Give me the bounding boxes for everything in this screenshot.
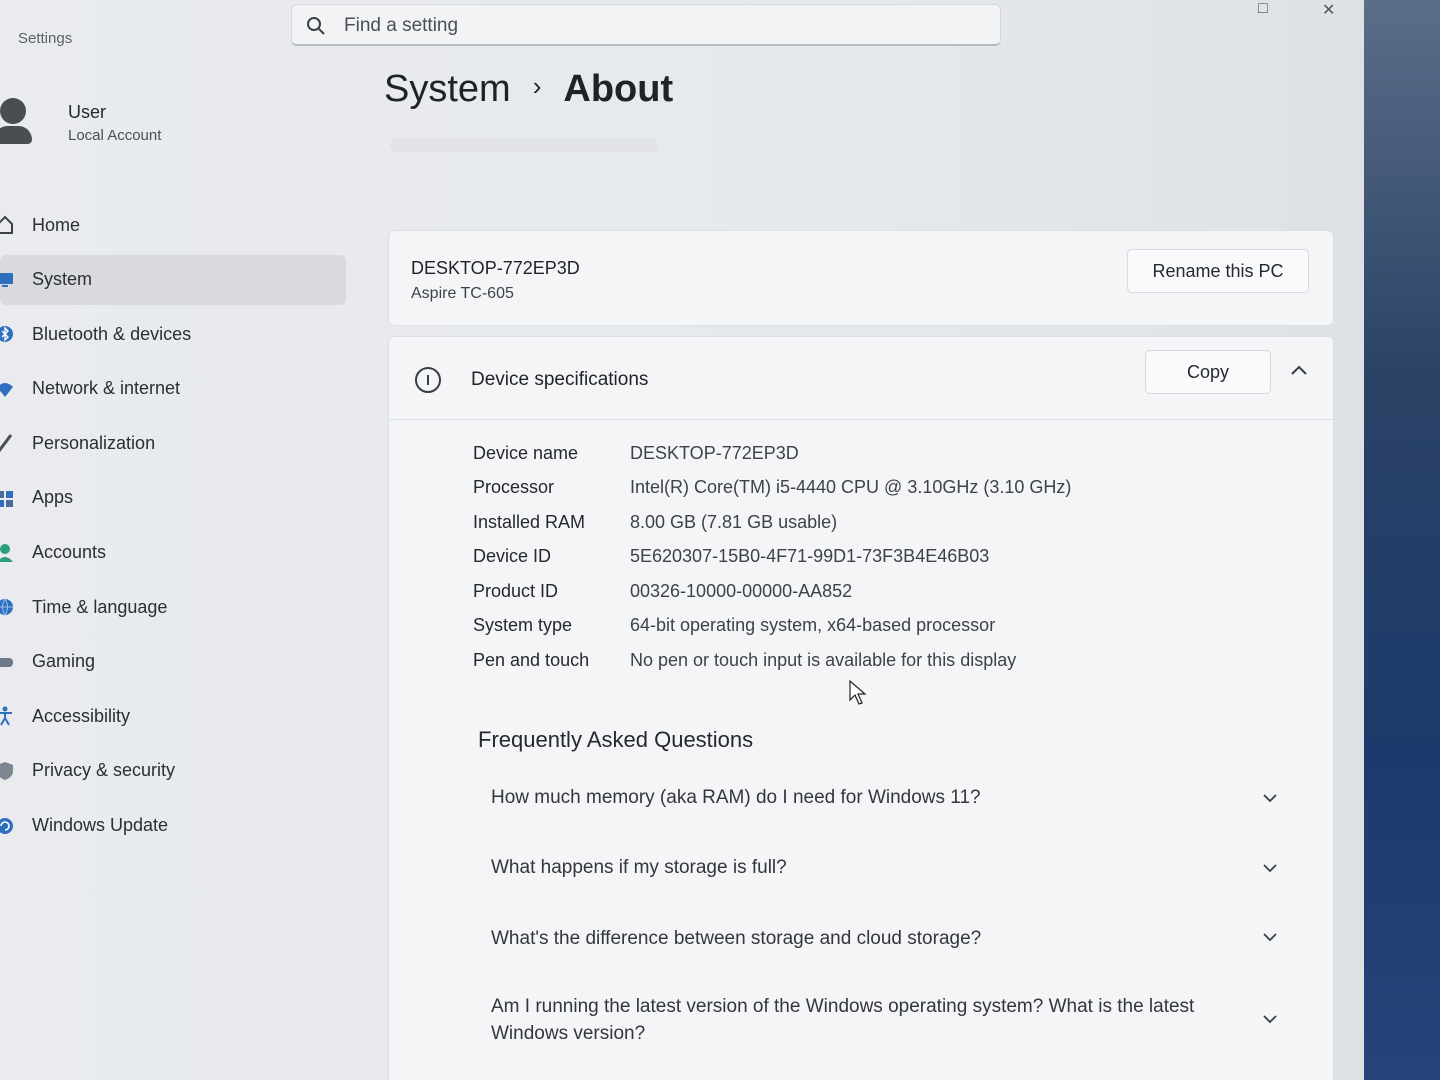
sidebar-item-time-language[interactable]: Time & language: [0, 582, 346, 632]
specs-title: Device specifications: [471, 369, 649, 390]
search-input[interactable]: Find a setting: [344, 15, 458, 37]
maximize-icon[interactable]: □: [1258, 0, 1268, 18]
globe-icon: [0, 598, 13, 617]
breadcrumb-separator-icon: ›: [532, 71, 542, 101]
bluetooth-icon: [0, 326, 13, 343]
faq-heading: Frequently Asked Questions: [478, 727, 754, 752]
sidebar-item-home[interactable]: Home: [0, 200, 346, 250]
sidebar-item-windows-update[interactable]: Windows Update: [0, 801, 346, 851]
faq-question[interactable]: What happens if my storage is full?: [491, 854, 1291, 881]
sidebar-item-label: Privacy & security: [32, 760, 176, 781]
spec-key: Pen and touch: [473, 650, 590, 670]
spec-value: 64-bit operating system, x64-based proce…: [630, 615, 996, 635]
copy-button[interactable]: Copy: [1145, 350, 1271, 394]
sidebar-item-system[interactable]: System: [0, 254, 346, 305]
loading-placeholder: [390, 138, 658, 152]
search-icon: [307, 17, 325, 35]
pc-name: DESKTOP-772EP3D: [411, 258, 580, 278]
sidebar-item-network[interactable]: Network & internet: [0, 364, 346, 414]
sidebar-item-label: Home: [32, 214, 81, 235]
breadcrumb-parent[interactable]: System: [384, 68, 511, 110]
shield-icon: [0, 761, 13, 780]
accessibility-icon: [0, 706, 12, 726]
page-title: About: [563, 68, 674, 110]
chevron-down-icon[interactable]: [1261, 789, 1279, 807]
pc-model: Aspire TC-605: [411, 285, 514, 302]
sidebar-item-accessibility[interactable]: Accessibility: [0, 691, 346, 741]
update-icon: [0, 817, 13, 834]
spec-key: Product ID: [473, 581, 559, 601]
faq-question[interactable]: Am I running the latest version of the W…: [491, 993, 1241, 1047]
sidebar-item-accounts[interactable]: Accounts: [0, 528, 346, 578]
system-icon: [0, 272, 13, 287]
home-icon: [0, 215, 13, 234]
sidebar-item-label: Accessibility: [32, 705, 131, 726]
sidebar-item-gaming[interactable]: Gaming: [0, 637, 346, 687]
sidebar-item-label: Time & language: [32, 596, 168, 617]
chevron-down-icon[interactable]: [1261, 859, 1279, 877]
chevron-up-icon[interactable]: [1289, 361, 1309, 381]
monitor-bezel: [1364, 0, 1440, 1080]
network-icon: [0, 382, 13, 397]
info-icon: [415, 367, 441, 393]
device-specifications-card: Device specifications Copy Device name D…: [388, 336, 1334, 1080]
brush-icon: [0, 434, 13, 453]
apps-icon: [0, 490, 13, 507]
spec-value: 8.00 GB (7.81 GB usable): [630, 512, 838, 532]
spec-key: Device name: [473, 443, 579, 463]
spec-value: DESKTOP-772EP3D: [630, 443, 799, 463]
divider: [389, 419, 1333, 420]
faq-question[interactable]: How much memory (aka RAM) do I need for …: [491, 784, 1291, 811]
sidebar-item-label: Accounts: [32, 542, 107, 563]
avatar[interactable]: [0, 96, 36, 150]
breadcrumb: System › About: [384, 68, 673, 111]
spec-key: Installed RAM: [473, 512, 586, 532]
sidebar-item-bluetooth[interactable]: Bluetooth & devices: [0, 309, 346, 359]
spec-value: No pen or touch input is available for t…: [630, 650, 1017, 670]
sidebar-item-privacy-security[interactable]: Privacy & security: [0, 746, 346, 796]
spec-key: Processor: [473, 477, 555, 497]
sidebar-item-label: Network & internet: [32, 378, 181, 399]
chevron-down-icon[interactable]: [1261, 1010, 1279, 1028]
search-box[interactable]: Find a setting: [291, 4, 1001, 46]
rename-pc-button[interactable]: Rename this PC: [1127, 249, 1309, 293]
faq-question[interactable]: What's the difference between storage an…: [491, 925, 1291, 952]
user-name: User: [68, 102, 107, 122]
app-title: Settings: [18, 30, 73, 47]
sidebar-item-apps[interactable]: Apps: [0, 473, 346, 523]
spec-key: Device ID: [473, 546, 552, 566]
sidebar-item-label: System: [32, 269, 93, 290]
sidebar-item-label: Bluetooth & devices: [32, 323, 192, 344]
avatar-head: [0, 98, 26, 124]
mouse-cursor-icon: [849, 680, 867, 705]
close-icon[interactable]: ✕: [1322, 0, 1335, 20]
sidebar-item-personalization[interactable]: Personalization: [0, 418, 346, 468]
sidebar-item-label: Gaming: [32, 651, 96, 672]
gamepad-icon: [0, 657, 13, 667]
chevron-down-icon[interactable]: [1261, 928, 1279, 946]
spec-value: Intel(R) Core(TM) i5-4440 CPU @ 3.10GHz …: [630, 477, 1072, 497]
sidebar-item-label: Windows Update: [32, 815, 169, 836]
account-type: Local Account: [68, 127, 162, 144]
sidebar-nav: Home System Bluetooth & devices Network …: [0, 200, 346, 855]
pc-name-card: DESKTOP-772EP3D Aspire TC-605 Rename thi…: [388, 230, 1334, 326]
spec-value: 00326-10000-00000-AA852: [630, 581, 853, 601]
sidebar-item-label: Personalization: [32, 432, 156, 453]
avatar-torso: [0, 126, 32, 144]
sidebar-item-label: Apps: [32, 487, 74, 508]
spec-value: 5E620307-15B0-4F71-99D1-73F3B4E46B03: [630, 546, 990, 566]
spec-key: System type: [473, 615, 573, 635]
accounts-icon: [0, 543, 13, 562]
